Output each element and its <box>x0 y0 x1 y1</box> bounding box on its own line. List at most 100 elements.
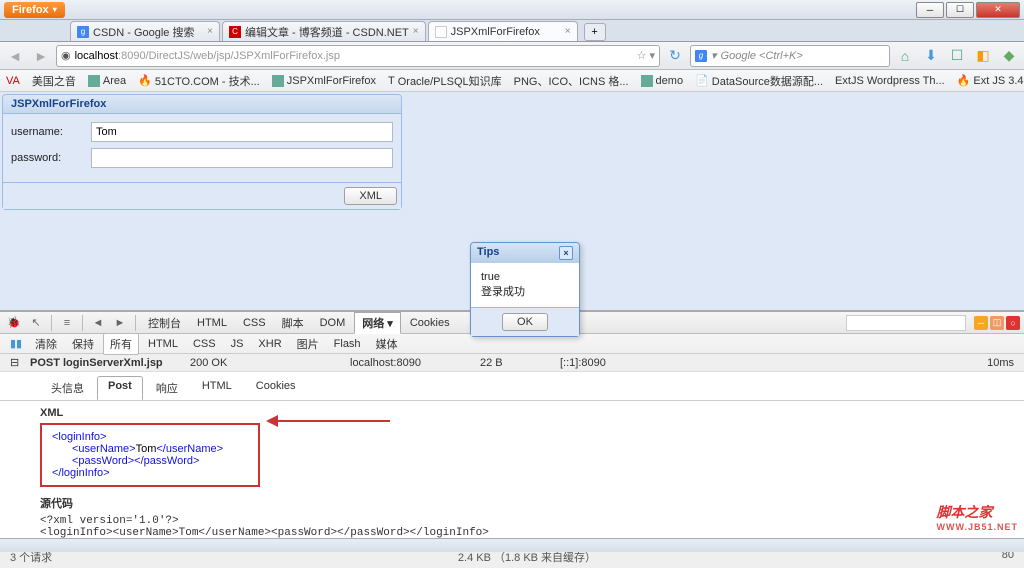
xml-button[interactable]: XML <box>344 187 397 205</box>
maximize-button[interactable]: ☐ <box>946 2 974 18</box>
username-input[interactable] <box>91 122 393 142</box>
reload-button[interactable]: ↻ <box>664 45 686 67</box>
net-detail-body: XML <loginInfo> <userName>Tom</userName>… <box>0 401 1024 545</box>
fb-sub-html[interactable]: HTML <box>142 336 184 352</box>
fb-tab-css[interactable]: CSS <box>236 315 273 331</box>
fb-tab-cookies[interactable]: Cookies <box>403 315 457 331</box>
request-status: 200 OK <box>190 357 350 369</box>
bookmark-item[interactable]: 🔥51CTO.COM - 技术... <box>138 73 260 89</box>
fb-sub-all[interactable]: 所有 <box>103 333 139 355</box>
bookmark-item[interactable]: PNG、ICO、ICNS 格... <box>514 73 629 89</box>
bookmark-item[interactable]: demo <box>641 75 684 87</box>
fb-sub-css[interactable]: CSS <box>187 336 222 352</box>
fb-tab-dom[interactable]: DOM <box>313 315 353 331</box>
fb-tab-html[interactable]: HTML <box>190 315 234 331</box>
bookmark-item[interactable]: 🔥Ext JS 3.4 API Docu... <box>957 74 1024 87</box>
fb-sub-img[interactable]: 图片 <box>291 334 325 354</box>
bookmark-item[interactable]: JSPXmlForFirefox <box>272 75 376 87</box>
firebug-search-input[interactable] <box>846 315 966 331</box>
source-label: 源代码 <box>40 495 984 511</box>
tab-title: 编辑文章 - 博客频道 - CSDN.NET <box>245 24 409 40</box>
xml-content: <loginInfo> <userName>Tom</userName> <pa… <box>40 423 260 487</box>
browser-tab[interactable]: C编辑文章 - 博客频道 - CSDN.NET× <box>222 21 426 41</box>
tab-close-icon[interactable]: × <box>565 26 571 37</box>
detail-tab-cookies[interactable]: Cookies <box>245 376 307 400</box>
net-request-row[interactable]: ⊟ POST loginServerXml.jsp 200 OK localho… <box>0 354 1024 372</box>
minimize-button[interactable]: ─ <box>916 2 944 18</box>
new-tab-button[interactable]: + <box>584 23 606 41</box>
url-input[interactable]: ◉ localhost:8090/DirectJS/web/jsp/JSPXml… <box>56 45 660 67</box>
close-button[interactable]: ✕ <box>976 2 1020 18</box>
page-content: JSPXmlForFirefox username: password: XML… <box>0 92 1024 310</box>
dialog-close-icon[interactable]: × <box>559 246 573 260</box>
dialog-title: Tips <box>477 246 499 260</box>
back-icon[interactable]: ◄ <box>88 314 108 332</box>
fb-sub-media[interactable]: 媒体 <box>370 334 404 354</box>
downloads-button[interactable]: ⬇ <box>920 45 942 67</box>
fb-sub-js[interactable]: JS <box>225 336 250 352</box>
net-detail-tabs: 头信息 Post 响应 HTML Cookies <box>0 372 1024 401</box>
dialog-ok-button[interactable]: OK <box>502 313 548 331</box>
fb-popout-icon[interactable]: ◫ <box>990 316 1004 330</box>
detail-tab-html[interactable]: HTML <box>191 376 243 400</box>
window-titlebar: Firefox ─ ☐ ✕ <box>0 0 1024 20</box>
evernote-button[interactable]: ◆ <box>998 45 1020 67</box>
fb-minimize-icon[interactable]: ─ <box>974 316 988 330</box>
tab-close-icon[interactable]: × <box>207 26 213 37</box>
bookmark-item[interactable]: 美国之音 <box>32 73 76 89</box>
fb-tab-net[interactable]: 网络 ▾ <box>354 312 401 334</box>
detail-tab-response[interactable]: 响应 <box>145 376 189 400</box>
dialog-line1: true <box>481 271 569 283</box>
toggle-icon[interactable]: ⊟ <box>10 356 30 369</box>
bookmark-button[interactable]: ☐ <box>946 45 968 67</box>
fb-sub-persist[interactable]: 保持 <box>66 334 100 354</box>
pause-icon[interactable]: ▮▮ <box>6 335 26 353</box>
form-panel: JSPXmlForFirefox username: password: XML <box>2 94 402 210</box>
bookmark-item[interactable]: T Oracle/PLSQL知识库 <box>388 73 502 89</box>
browser-tab-active[interactable]: JSPXmlForFirefox × <box>428 21 578 41</box>
detail-tab-post[interactable]: Post <box>97 376 143 400</box>
request-url: POST loginServerXml.jsp <box>30 357 190 369</box>
username-label: username: <box>11 126 91 138</box>
firebug-icon[interactable]: 🐞 <box>4 314 24 332</box>
fb-sub-flash[interactable]: Flash <box>328 336 367 352</box>
panel-title: JSPXmlForFirefox <box>3 95 401 114</box>
detail-tab-headers[interactable]: 头信息 <box>40 376 95 400</box>
bookmark-item[interactable]: 📄DataSource数据源配... <box>695 73 823 89</box>
forward-button[interactable]: ► <box>30 45 52 67</box>
request-host: localhost:8090 <box>350 357 480 369</box>
tab-close-icon[interactable]: × <box>413 26 419 37</box>
url-path: :8090/DirectJS/web/jsp/JSPXmlForFirefox.… <box>118 50 340 62</box>
search-input[interactable]: g▾ Google <Ctrl+K> <box>690 45 890 67</box>
windows-taskbar[interactable] <box>0 538 1024 552</box>
firebug-panel: 🐞 ↖ ≡ ◄ ► 控制台 HTML CSS 脚本 DOM 网络 ▾ Cooki… <box>0 310 1024 568</box>
tab-title: JSPXmlForFirefox <box>451 26 540 38</box>
bookmarks-toolbar: VA 美国之音 Area 🔥51CTO.COM - 技术... JSPXmlFo… <box>0 70 1024 92</box>
fb-sub-xhr[interactable]: XHR <box>252 336 287 352</box>
xml-section-label: XML <box>40 407 984 419</box>
request-size: 22 B <box>480 357 560 369</box>
fb-tab-script[interactable]: 脚本 <box>275 313 311 333</box>
password-input[interactable] <box>91 148 393 168</box>
browser-tab[interactable]: gCSDN - Google 搜索× <box>70 21 220 41</box>
bookmark-item[interactable]: ExtJS Wordpress Th... <box>835 75 945 87</box>
bookmark-item[interactable]: Area <box>88 75 126 87</box>
request-time: 10ms <box>987 357 1014 369</box>
firefox-menu-button[interactable]: Firefox <box>4 2 65 18</box>
dialog-line2: 登录成功 <box>481 283 569 299</box>
feed-button[interactable]: ◧ <box>972 45 994 67</box>
browser-navbar: ◄ ► ◉ localhost:8090/DirectJS/web/jsp/JS… <box>0 42 1024 70</box>
back-button[interactable]: ◄ <box>4 45 26 67</box>
fb-sub-clear[interactable]: 清除 <box>29 334 63 354</box>
fb-close-icon[interactable]: ○ <box>1006 316 1020 330</box>
browser-tabbar: gCSDN - Google 搜索× C编辑文章 - 博客频道 - CSDN.N… <box>0 20 1024 42</box>
request-ip: [::1]:8090 <box>560 357 640 369</box>
lines-icon[interactable]: ≡ <box>57 314 77 332</box>
fwd-icon[interactable]: ► <box>110 314 130 332</box>
inspect-icon[interactable]: ↖ <box>26 314 46 332</box>
source-line: <?xml version='1.0'?> <box>40 515 984 527</box>
fb-tab-console[interactable]: 控制台 <box>141 313 188 333</box>
firebug-subtoolbar: ▮▮ 清除 保持 所有 HTML CSS JS XHR 图片 Flash 媒体 <box>0 334 1024 354</box>
home-button[interactable]: ⌂ <box>894 45 916 67</box>
annotation-arrow <box>270 420 390 422</box>
